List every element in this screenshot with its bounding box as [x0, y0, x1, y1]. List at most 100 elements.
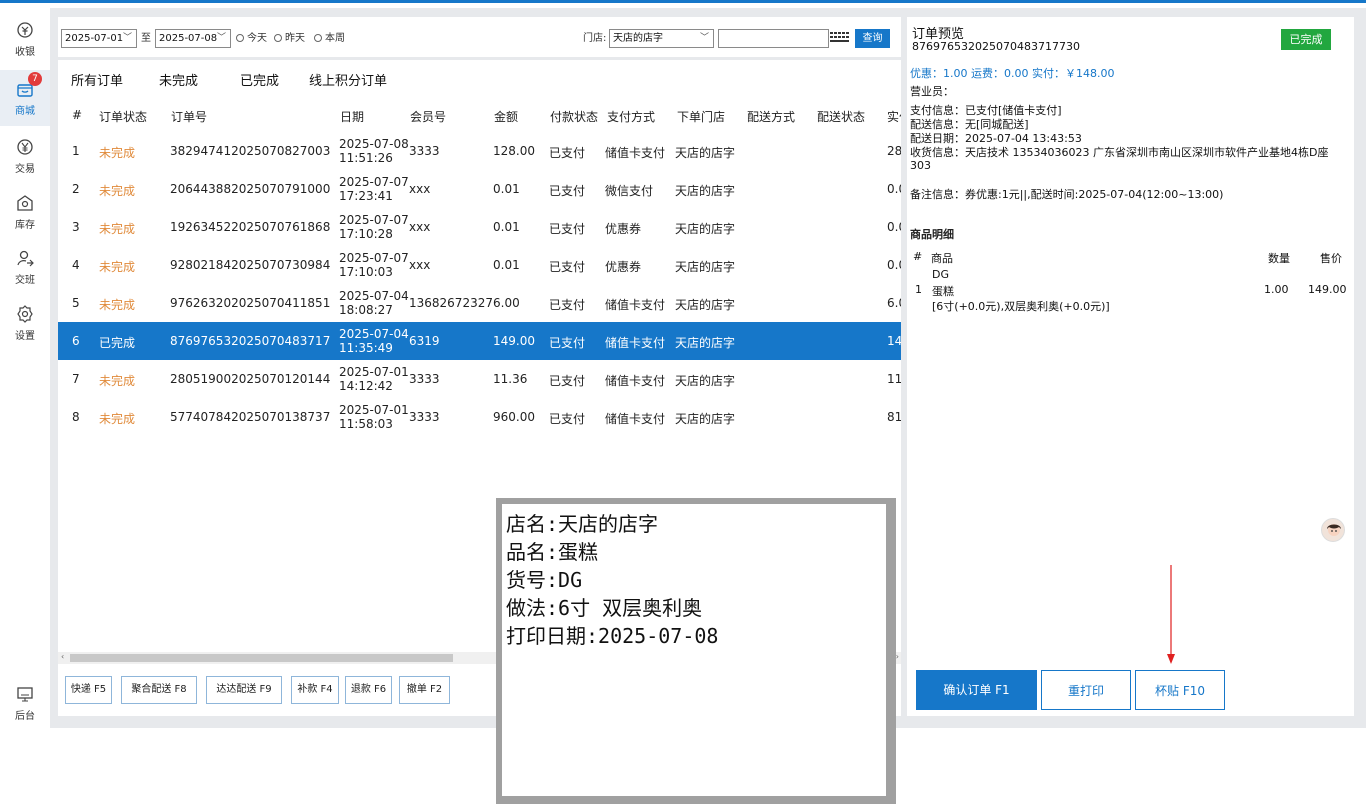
cell-no: 4	[72, 258, 80, 272]
preview-receiver: 收货信息：天店技术 13534036023 广东省深圳市南山区深圳市软件产业基地…	[910, 146, 1329, 159]
col-header: 金额	[494, 110, 519, 124]
cell-pay-method: 优惠券	[605, 222, 642, 236]
tab-completed[interactable]: 已完成	[240, 70, 279, 89]
cell-order: 87697653202507048371773​0	[170, 334, 330, 348]
table-row[interactable]: 3 未完成 19263452202507076186889​0 2025-07-071…	[58, 208, 901, 246]
cell-paid: 28.	[887, 144, 901, 158]
rail-item-settings[interactable]: 设置	[0, 300, 50, 346]
start-date-select[interactable]: 2025-07-01 ﹀	[61, 29, 137, 48]
cell-store: 天店的店字	[675, 260, 736, 274]
chevron-down-icon: ﹀	[216, 33, 226, 43]
label-line: 货号:DG	[506, 568, 583, 592]
radio-icon	[274, 34, 282, 42]
cell-pay-status: 已支付	[549, 260, 586, 274]
cell-member: 13682672327	[409, 296, 493, 310]
gear-icon	[17, 305, 33, 323]
cell-pay-status: 已支付	[549, 184, 586, 198]
table-row[interactable]: 6已完成87697653202507048371773​02025-07-041…	[58, 322, 901, 360]
cell-order: 38294741202507082700323​0	[170, 144, 330, 158]
table-row[interactable]: 4 未完成 92802184202507073098417​0 2025-07-071…	[58, 246, 901, 284]
preview-remark: 备注信息：券优惠:1元||,配送时间:2025-07-04(12:00~13:0…	[910, 188, 1224, 201]
search-input[interactable]	[718, 29, 829, 48]
cell-no: 3	[72, 220, 80, 234]
table-row[interactable]: 8 未完成 57740784202507013873788​0 2025-07-011…	[58, 398, 901, 436]
express-button[interactable]: 快递 F5	[65, 676, 112, 704]
keyboard-icon[interactable]	[830, 31, 850, 45]
rail-item-trade[interactable]: 交易	[0, 133, 50, 179]
rail-item-backend[interactable]: 后台	[0, 680, 50, 726]
rail-label: 库存	[15, 220, 35, 231]
date-range-separator: 至	[141, 33, 151, 44]
tab-online-points[interactable]: 线上积分订单	[309, 70, 387, 89]
reprint-button[interactable]: 重打印	[1041, 670, 1131, 710]
assistant-avatar[interactable]	[1321, 518, 1345, 542]
table-row[interactable]: 2 未完成 20644388202507079100094​0 2025-07-071…	[58, 170, 901, 208]
scroll-right-icon[interactable]: ›	[896, 652, 899, 661]
supplement-payment-button[interactable]: 补款 F4	[291, 676, 339, 704]
refund-button[interactable]: 退款 F6	[345, 676, 392, 704]
goods-col-header: 商品	[931, 252, 953, 265]
cell-paid: 6.0	[887, 296, 901, 310]
store-select-value: 天店的店字	[613, 33, 663, 44]
col-header: 会员号	[410, 110, 447, 124]
cell-date-time: 18:08:27	[339, 303, 393, 317]
goods-col-header: #	[913, 250, 923, 263]
rail-item-shift[interactable]: 交班	[0, 244, 50, 290]
col-header: 下单门店	[677, 110, 726, 124]
cell-pay-status: 已支付	[549, 412, 586, 426]
order-preview-panel: 订单预览 876976532025070483717730 已完成 优惠：1.0…	[907, 17, 1354, 716]
status-badge: 已完成	[1281, 29, 1331, 50]
table-row[interactable]: 7未完成28051900202507012014451​52025-07-011…	[58, 360, 901, 398]
col-header: 订单号	[171, 110, 208, 124]
quick-yesterday-radio[interactable]: 昨天	[274, 29, 305, 48]
cell-date: 2025-07-01 11:58:03	[339, 403, 409, 431]
dada-delivery-button[interactable]: 达达配送 F9	[206, 676, 282, 704]
scrollbar-thumb[interactable]	[70, 654, 453, 662]
cell-pay-status: 已支付	[549, 298, 586, 312]
rail-item-store[interactable]: 7 商城	[0, 70, 50, 126]
cell-amount: 149.00	[493, 334, 535, 348]
end-date-select[interactable]: 2025-07-08 ﹀	[155, 29, 231, 48]
preview-order-number: 876976532025070483717730	[912, 40, 1080, 53]
table-row[interactable]: 1未完成38294741202507082700323​02025-07-081…	[58, 132, 901, 170]
cell-store: 天店的店字	[675, 222, 736, 236]
col-header: 实付	[887, 110, 901, 124]
cell-store: 天店的店字	[675, 184, 736, 198]
confirm-order-button[interactable]: 确认订单 F1	[916, 670, 1037, 710]
cell-date-time: 17:10:28	[339, 227, 393, 241]
cup-sticker-button[interactable]: 杯贴 F10	[1135, 670, 1225, 710]
tab-all-orders[interactable]: 所有订单	[71, 70, 123, 89]
rail-item-inventory[interactable]: 库存	[0, 189, 50, 235]
cancel-order-button[interactable]: 撤单 F2	[399, 676, 450, 704]
quick-week-radio[interactable]: 本周	[314, 29, 345, 48]
cell-no: 2	[72, 182, 80, 196]
cell-status: 未完成	[99, 260, 136, 274]
user-shift-icon	[17, 250, 34, 267]
start-date-value: 2025-07-01	[65, 33, 124, 44]
cell-pay-status: 已支付	[549, 374, 586, 388]
cell-pay-method: 储值卡支付	[605, 374, 666, 388]
radio-icon	[236, 34, 244, 42]
red-arrow-annotation	[1167, 565, 1175, 664]
aggregate-delivery-button[interactable]: 聚合配送 F8	[121, 676, 197, 704]
rail-item-cashier[interactable]: 收银	[0, 16, 50, 62]
table-row[interactable]: 5 未完成 97626320202507041185164​0 2025-07-041…	[58, 284, 901, 322]
cell-status: 未完成	[99, 412, 136, 426]
quick-today-radio[interactable]: 今天	[236, 29, 267, 48]
cell-order: 92802184202507073098417​0	[170, 258, 330, 272]
cell-no: 6	[72, 334, 80, 348]
scroll-left-icon[interactable]: ‹	[61, 652, 64, 661]
store-label: 门店:	[583, 33, 607, 44]
filter-bar: 2025-07-01 ﹀ 至 2025-07-08 ﹀ 今天 昨天 本周 门店: 天…	[58, 17, 901, 57]
cell-amount: 0.01	[493, 182, 520, 196]
cell-date-day: 2025-07-08	[339, 137, 409, 151]
tab-incomplete[interactable]: 未完成	[159, 70, 198, 89]
store-select[interactable]: 天店的店字 ﹀	[609, 29, 714, 48]
cell-date: 2025-07-07 17:23:41	[339, 175, 409, 203]
preview-salesperson: 营业员：	[910, 85, 954, 98]
cell-member: 6319	[409, 334, 440, 348]
cell-date-time: 11:35:49	[339, 341, 393, 355]
search-button[interactable]: 查询	[855, 29, 890, 48]
cell-paid: 816	[887, 410, 901, 424]
cell-amount: 128.00	[493, 144, 535, 158]
